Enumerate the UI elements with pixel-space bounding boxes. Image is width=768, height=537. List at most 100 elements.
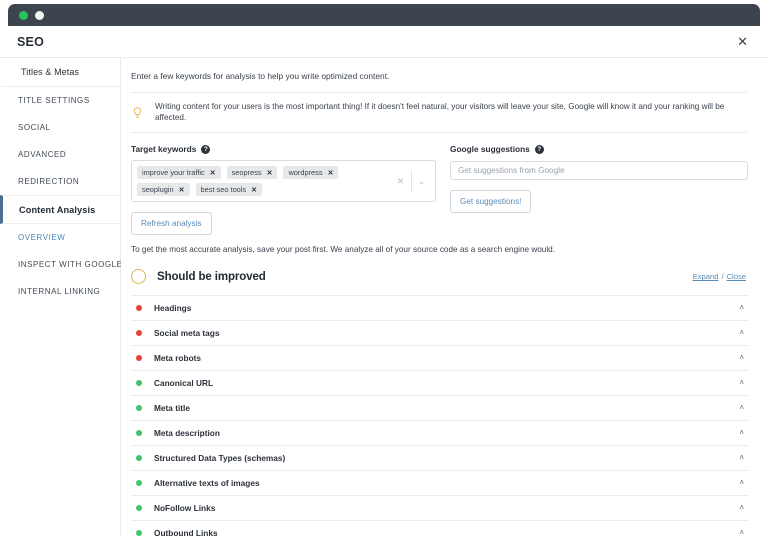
keyword-tag[interactable]: wordpress ✕ <box>283 166 339 180</box>
accordion-label: Meta title <box>154 403 190 414</box>
chevron-up-icon[interactable]: ˄ <box>739 404 744 412</box>
status-dot-green <box>136 455 142 462</box>
accordion-label: Structured Data Types (schemas) <box>154 453 286 464</box>
keyword-tag-label: seopress <box>231 168 262 178</box>
keyword-tag[interactable]: improve your traffic ✕ <box>137 166 221 180</box>
sidebar-item-title-settings[interactable]: TITLE SETTINGS <box>0 87 120 114</box>
seo-plugin-window: SEO ✕ Titles & Metas TITLE SETTINGS SOCI… <box>0 0 768 537</box>
chevron-up-icon[interactable]: ˄ <box>739 329 744 337</box>
sidebar-item-label: OVERVIEW <box>18 233 66 242</box>
modal-body: Titles & Metas TITLE SETTINGS SOCIAL ADV… <box>0 58 768 537</box>
accordion-label: Meta description <box>154 428 220 439</box>
divider <box>411 170 413 193</box>
window-dot-white[interactable] <box>35 10 44 20</box>
get-suggestions-button[interactable]: Get suggestions! <box>450 190 532 214</box>
close-icon[interactable]: ✕ <box>733 32 752 51</box>
link-separator: / <box>721 272 724 282</box>
remove-tag-icon[interactable]: ✕ <box>210 169 216 177</box>
accordion-label: Outbound Links <box>154 527 218 537</box>
accordion-row-outbound-links[interactable]: Outbound Links ˄ <box>131 520 748 537</box>
analysis-toggle-links: Expand / Close <box>693 272 746 281</box>
close-all-link[interactable]: Close <box>727 272 746 281</box>
accordion-row-nofollow-links[interactable]: NoFollow Links ˄ <box>131 495 748 520</box>
accordion-row-alternative-texts-of-images[interactable]: Alternative texts of images ˄ <box>131 470 748 495</box>
sidebar-item-label: INTERNAL LINKING <box>18 287 101 296</box>
window-dot-green[interactable] <box>19 10 28 20</box>
accordion-label: Alternative texts of images <box>154 478 260 489</box>
target-keywords-input[interactable]: improve your traffic ✕ seopress ✕ wordpr… <box>131 160 436 203</box>
chevron-up-icon[interactable]: ˄ <box>739 479 744 487</box>
status-dot-green <box>136 380 142 387</box>
sidebar-item-content-analysis[interactable]: Content Analysis <box>0 195 120 224</box>
chevron-up-icon[interactable]: ˄ <box>739 429 744 437</box>
accordion-row-structured-data-types[interactable]: Structured Data Types (schemas) ˄ <box>131 445 748 470</box>
sidebar-item-label: TITLE SETTINGS <box>18 96 90 105</box>
window-titlebar <box>8 4 760 26</box>
keyword-tag-label: wordpress <box>288 168 323 178</box>
sidebar-item-label: SOCIAL <box>18 123 51 132</box>
google-suggestions-label: Google suggestions ? <box>450 144 748 154</box>
remove-tag-icon[interactable]: ✕ <box>267 169 273 177</box>
chevron-up-icon[interactable]: ˄ <box>739 379 744 387</box>
accordion-row-meta-robots[interactable]: Meta robots ˄ <box>131 345 748 370</box>
expand-all-link[interactable]: Expand <box>693 272 719 281</box>
accordion-label: Headings <box>154 303 192 314</box>
keyword-tag[interactable]: best seo tools ✕ <box>195 183 263 197</box>
tag-area: improve your traffic ✕ seopress ✕ wordpr… <box>132 161 391 201</box>
keyword-tag[interactable]: seopress ✕ <box>226 166 278 180</box>
sidebar-item-label: REDIRECTION <box>18 177 80 186</box>
keyword-tag-label: seoplugin <box>142 185 174 195</box>
sidebar-item-label: Content Analysis <box>19 204 96 215</box>
google-suggestions-label-text: Google suggestions <box>450 144 530 155</box>
remove-tag-icon[interactable]: ✕ <box>328 169 334 177</box>
sidebar-item-label: Titles & Metas <box>21 67 80 77</box>
sidebar-item-overview[interactable]: OVERVIEW <box>0 224 120 251</box>
status-dot-green <box>136 480 142 487</box>
keyword-tag-label: improve your traffic <box>142 168 205 178</box>
accordion-label: NoFollow Links <box>154 503 216 514</box>
lightbulb-icon <box>131 107 144 119</box>
remove-tag-icon[interactable]: ✕ <box>179 186 185 194</box>
help-icon[interactable]: ? <box>534 144 544 154</box>
intro-text: Enter a few keywords for analysis to hel… <box>131 71 390 81</box>
chevron-up-icon[interactable]: ˄ <box>739 304 744 312</box>
sidebar-item-internal-linking[interactable]: INTERNAL LINKING <box>0 278 120 305</box>
clear-all-icon[interactable]: ✕ <box>391 176 411 187</box>
sidebar-item-redirection[interactable]: REDIRECTION <box>0 168 120 195</box>
sidebar-item-social[interactable]: SOCIAL <box>0 114 120 141</box>
google-suggestions-input[interactable] <box>450 161 748 181</box>
chevron-up-icon[interactable]: ˄ <box>739 528 744 537</box>
sidebar: Titles & Metas TITLE SETTINGS SOCIAL ADV… <box>0 58 123 537</box>
analysis-note: To get the most accurate analysis, save … <box>131 245 555 255</box>
status-dot-green <box>136 405 142 412</box>
sidebar-item-inspect-with-google[interactable]: INSPECT WITH GOOGLE <box>0 251 123 278</box>
accordion-row-canonical-url[interactable]: Canonical URL ˄ <box>131 370 748 395</box>
analysis-header: Should be improved Expand / Close <box>131 256 748 295</box>
status-dot-green <box>136 430 142 437</box>
remove-tag-icon[interactable]: ✕ <box>251 186 257 194</box>
status-dot-red <box>136 355 142 362</box>
accordion-row-social-meta-tags[interactable]: Social meta tags ˄ <box>131 320 748 345</box>
tip-banner: Writing content for your users is the mo… <box>131 92 748 134</box>
chevron-up-icon[interactable]: ˄ <box>739 354 744 362</box>
accordion-row-meta-title[interactable]: Meta title ˄ <box>131 395 748 420</box>
accordion-row-headings[interactable]: Headings ˄ <box>131 295 748 320</box>
sidebar-item-advanced[interactable]: ADVANCED <box>0 141 120 168</box>
chevron-down-icon[interactable]: ⌄ <box>413 177 430 186</box>
accordion-row-meta-description[interactable]: Meta description ˄ <box>131 420 748 445</box>
sidebar-item-label: INSPECT WITH GOOGLE <box>18 260 123 269</box>
refresh-analysis-button[interactable]: Refresh analysis <box>131 212 212 236</box>
modal-header: SEO ✕ <box>0 26 768 58</box>
keyword-tag[interactable]: seoplugin ✕ <box>137 183 190 197</box>
target-keywords-label: Target keywords ? <box>131 144 436 154</box>
status-dot-green <box>136 529 142 536</box>
tag-controls: ✕ ⌄ <box>391 161 435 201</box>
chevron-up-icon[interactable]: ˄ <box>739 504 744 512</box>
analysis-accordion-list: Headings ˄ Social meta tags ˄ Meta robot… <box>131 295 748 537</box>
sidebar-item-titles-metas[interactable]: Titles & Metas <box>0 58 120 87</box>
chevron-up-icon[interactable]: ˄ <box>739 454 744 462</box>
main-content: Enter a few keywords for analysis to hel… <box>121 58 768 537</box>
analysis-status-title: Should be improved <box>157 270 266 283</box>
accordion-label: Meta robots <box>154 353 202 364</box>
help-icon[interactable]: ? <box>201 144 211 154</box>
